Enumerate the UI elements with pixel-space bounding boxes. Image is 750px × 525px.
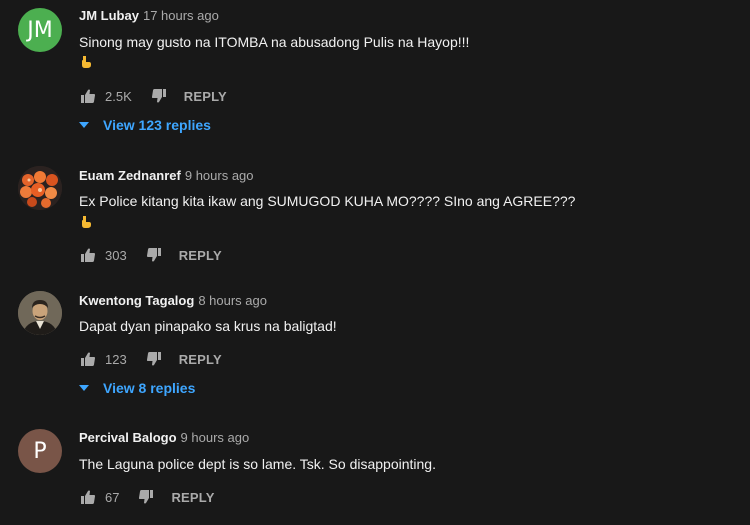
comment-time[interactable]: 9 hours ago: [185, 168, 254, 183]
thumbs-down-icon: [146, 248, 161, 262]
comment-text: Dapat dyan pinapako sa krus na baligtad!: [79, 318, 337, 334]
reply-button[interactable]: REPLY: [171, 490, 214, 505]
view-replies-label: View 123 replies: [103, 117, 211, 133]
comment-text: Ex Police kitang kita ikaw ang SUMUGOD K…: [79, 193, 576, 209]
like-count: 123: [105, 351, 127, 367]
avatar-letter: P: [33, 438, 47, 464]
avatar[interactable]: [18, 166, 62, 210]
thumbs-down-icon: [151, 89, 166, 103]
dislike-button[interactable]: [150, 87, 168, 105]
like-button[interactable]: [79, 350, 97, 368]
thumbs-up-icon: [81, 248, 96, 262]
thumbs-up-icon: [81, 89, 96, 103]
point-down-emoji-icon: [82, 216, 91, 228]
thumbs-up-icon: [81, 352, 96, 366]
comment-header: Kwentong Tagalog 8 hours ago: [79, 293, 267, 308]
thumbs-up-icon: [81, 490, 96, 504]
author-name[interactable]: JM Lubay: [79, 8, 139, 23]
thumbs-down-icon: [139, 490, 154, 504]
comment-header: Euam Zednanref 9 hours ago: [79, 168, 254, 183]
comment-header: Percival Balogo 9 hours ago: [79, 430, 249, 445]
comment-text: Sinong may gusto na ITOMBA na abusadong …: [79, 34, 470, 50]
comment-actions: 123 REPLY: [79, 349, 222, 369]
dislike-button[interactable]: [145, 246, 163, 264]
comment-time[interactable]: 8 hours ago: [198, 293, 267, 308]
like-count: 2.5K: [105, 88, 132, 104]
dislike-button[interactable]: [137, 488, 155, 506]
comment-time[interactable]: 9 hours ago: [181, 430, 250, 445]
dislike-button[interactable]: [145, 350, 163, 368]
like-button[interactable]: [79, 488, 97, 506]
reply-button[interactable]: REPLY: [179, 352, 222, 367]
like-count: 303: [105, 247, 127, 263]
caret-down-icon: [77, 118, 91, 132]
author-name[interactable]: Kwentong Tagalog: [79, 293, 194, 308]
author-name[interactable]: Euam Zednanref: [79, 168, 181, 183]
comment-header: JM Lubay 17 hours ago: [79, 8, 219, 23]
like-count: 67: [105, 489, 120, 505]
like-button[interactable]: [79, 87, 97, 105]
like-button[interactable]: [79, 246, 97, 264]
reply-button[interactable]: REPLY: [179, 248, 222, 263]
comment-actions: 67 REPLY: [79, 487, 215, 507]
comment-text: The Laguna police dept is so lame. Tsk. …: [79, 456, 436, 472]
point-down-emoji-icon: [82, 56, 91, 68]
reply-button[interactable]: REPLY: [184, 89, 227, 104]
avatar-letter: JM: [27, 17, 53, 43]
thumbs-down-icon: [146, 352, 161, 366]
avatar[interactable]: JM: [18, 8, 62, 52]
food-photo-avatar-image: [18, 166, 62, 210]
comment-actions: 303 REPLY: [79, 245, 222, 265]
avatar[interactable]: [18, 291, 62, 335]
view-replies-button[interactable]: View 8 replies: [77, 380, 195, 396]
caret-down-icon: [77, 381, 91, 395]
comment-time[interactable]: 17 hours ago: [143, 8, 219, 23]
comment-actions: 2.5K REPLY: [79, 86, 227, 106]
avatar[interactable]: P: [18, 429, 62, 473]
view-replies-button[interactable]: View 123 replies: [77, 117, 211, 133]
portrait-avatar-image: [18, 291, 62, 335]
author-name[interactable]: Percival Balogo: [79, 430, 177, 445]
view-replies-label: View 8 replies: [103, 380, 196, 396]
